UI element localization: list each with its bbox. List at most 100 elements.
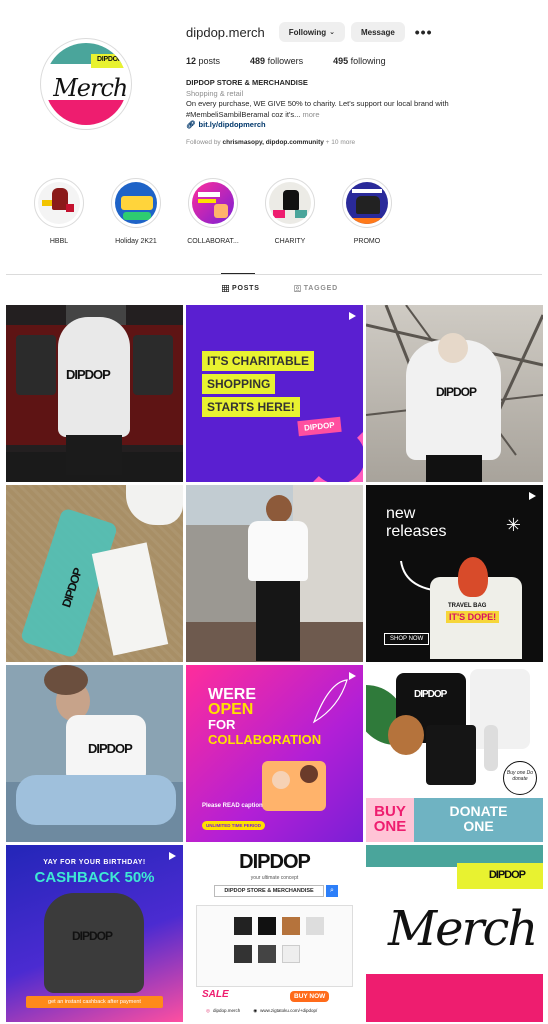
bag-text1: TRAVEL BAG: [448, 603, 487, 609]
charity-headline: IT'S CHARITABLE SHOPPING STARTS HERE!: [202, 351, 314, 417]
instagram-icon: ◎: [206, 1008, 210, 1013]
post-2[interactable]: IT'S CHARITABLE SHOPPING STARTS HERE! DI…: [186, 305, 363, 482]
followed-suffix: + 10 more: [323, 138, 356, 146]
profile-tabs: POSTS TAGGED: [222, 285, 338, 292]
post-logo: DIPDOP: [414, 689, 447, 700]
following-count[interactable]: 495 following: [333, 56, 386, 66]
new-releases-headline: new releases: [386, 505, 446, 541]
message-button-label: Message: [360, 27, 395, 37]
profile-actions: dipdop.merch Following ⌄ Message •••: [186, 20, 536, 44]
bio-link-text: bit.ly/dipdopmerch: [198, 120, 266, 129]
followed-names: chrismasopy, dipdop.community: [222, 138, 324, 146]
link-icon: 🔗︎: [186, 120, 196, 129]
highlight-label: HBBL: [49, 238, 69, 245]
tab-posts[interactable]: POSTS: [222, 285, 260, 292]
post-7[interactable]: DIPDOP: [6, 665, 183, 842]
following-button-label: Following: [288, 27, 327, 37]
chevron-down-icon: ⌄: [329, 29, 335, 36]
tote-product: [426, 725, 476, 785]
highlight-thumbnail: [115, 182, 157, 224]
profile-avatar[interactable]: DIPDOP Merch: [40, 38, 132, 130]
buy-now-button[interactable]: BUY NOW: [290, 991, 330, 1002]
cashback-title: CASHBACK 50%: [34, 869, 155, 886]
headline-line1: IT'S CHARITABLE: [202, 351, 314, 371]
tee-figure: [248, 521, 308, 581]
bio-more-link[interactable]: more: [300, 110, 319, 119]
category: Shopping & retail: [186, 88, 244, 98]
sticker: Buy one Do donate: [503, 761, 537, 795]
highlight-thumbnail: [346, 182, 388, 224]
highlight-ring: [265, 178, 315, 228]
profile-stats: 12 posts 489 followers 495 following: [186, 56, 536, 66]
tab-tagged-label: TAGGED: [303, 285, 338, 292]
message-button[interactable]: Message: [350, 22, 405, 42]
bear-product: [388, 715, 424, 755]
highlight-charity[interactable]: CHARITY: [259, 178, 321, 245]
post-1[interactable]: DIPDOP: [6, 305, 183, 482]
headline-line2: SHOPPING: [202, 374, 276, 394]
post-search-bar: DIPDOP STORE & MERCHANDISE: [214, 885, 324, 897]
headline-line3: STARTS HERE!: [202, 397, 300, 417]
highlight-promo[interactable]: PROMO: [336, 178, 398, 245]
merch-script: Merch: [388, 901, 538, 957]
web-icon: ◉: [253, 1008, 258, 1013]
donate-line2: ONE: [463, 818, 494, 834]
pants-figure: [66, 435, 122, 475]
post-footer: ◎ dipdop.merch ◉ www.zigtatoku.com/+dipd…: [206, 1008, 317, 1014]
post-11[interactable]: DIPDOP your ultimate concept DIPDOP STOR…: [186, 845, 363, 1022]
post-logo: DIPDOP: [488, 869, 526, 881]
post-3[interactable]: DIPDOP: [366, 305, 543, 482]
post-logo: DIPDOP: [66, 367, 111, 382]
post-handle: dipdop.merch: [212, 1008, 241, 1013]
highlight-thumbnail: [38, 182, 80, 224]
post-12[interactable]: DIPDOP Merch: [366, 845, 543, 1022]
posts-count-label: posts: [196, 56, 221, 66]
profile-bio: DIPDOP STORE & MERCHANDISE Shopping & re…: [186, 78, 536, 131]
buy-line1: BUY: [374, 803, 406, 820]
post-8[interactable]: WERE OPEN FOR COLLABORATION Please READ …: [186, 665, 363, 842]
avatar-pink-band: [45, 100, 127, 125]
cashback-footer: get an instant cashback after payment: [26, 996, 163, 1008]
post-5[interactable]: [186, 485, 363, 662]
headline-line2: releases: [386, 523, 447, 540]
pants-figure: [256, 581, 300, 661]
avatar-logo: DIPDOP: [97, 56, 123, 64]
headline-line3: FOR: [208, 717, 236, 732]
followers-count-value: 489: [250, 56, 266, 66]
post-10[interactable]: YAY FOR YOUR BIRTHDAY! CASHBACK 50% DIPD…: [6, 845, 183, 1022]
highlight-collaboration[interactable]: COLLABORAT...: [182, 178, 244, 245]
followers-count[interactable]: 489 followers: [250, 56, 303, 66]
username: dipdop.merch: [186, 24, 265, 40]
post-9[interactable]: DIPDOP Buy one Do donate BUY ONE DONATE …: [366, 665, 543, 842]
post-6[interactable]: new releases ✳︎ TRAVEL BAG IT'S DOPE! SH…: [366, 485, 543, 662]
leaf-icon: [312, 679, 348, 724]
highlight-ring: [34, 178, 84, 228]
tab-tagged[interactable]: TAGGED: [293, 285, 338, 292]
more-options-icon[interactable]: •••: [415, 24, 433, 40]
birthday-header: YAY FOR YOUR BIRTHDAY!: [43, 859, 146, 866]
headline-line4: COLLABORATION: [208, 732, 322, 747]
profile-info: dipdop.merch Following ⌄ Message ••• 12 …: [186, 20, 536, 146]
following-button[interactable]: Following ⌄: [278, 22, 345, 42]
bio-line2-wrap: #MembeliSambilBeramal coz it's... more: [186, 110, 536, 121]
sweatshirt-product: [470, 669, 530, 749]
highlight-hbbl[interactable]: HBBL: [28, 178, 90, 245]
highlight-label: COLLABORAT...: [187, 238, 239, 245]
post-tagline: your ultimate concept: [250, 875, 299, 881]
bio-link[interactable]: 🔗︎ bit.ly/dipdopmerch: [186, 120, 536, 131]
followers-count-label: followers: [265, 56, 304, 66]
tabs-divider: [6, 274, 542, 275]
display-name: DIPDOP STORE & MERCHANDISE: [186, 78, 308, 87]
sparkle-icon: ✳︎: [505, 515, 521, 535]
shop-now-button[interactable]: SHOP NOW: [384, 633, 430, 645]
caption-note: Please READ caption: [202, 803, 263, 809]
highlight-holiday[interactable]: Holiday 2K21: [105, 178, 167, 245]
posts-count: 12 posts: [186, 56, 220, 66]
tagged-icon: [293, 285, 301, 292]
post-4[interactable]: DIPDOP: [6, 485, 183, 662]
highlight-label: CHARITY: [274, 238, 306, 245]
donate-line1: DONATE: [449, 803, 508, 819]
followed-by[interactable]: Followed by chrismasopy, dipdop.communit…: [186, 139, 536, 146]
active-tab-indicator: [221, 273, 255, 274]
head-figure: [438, 333, 468, 363]
